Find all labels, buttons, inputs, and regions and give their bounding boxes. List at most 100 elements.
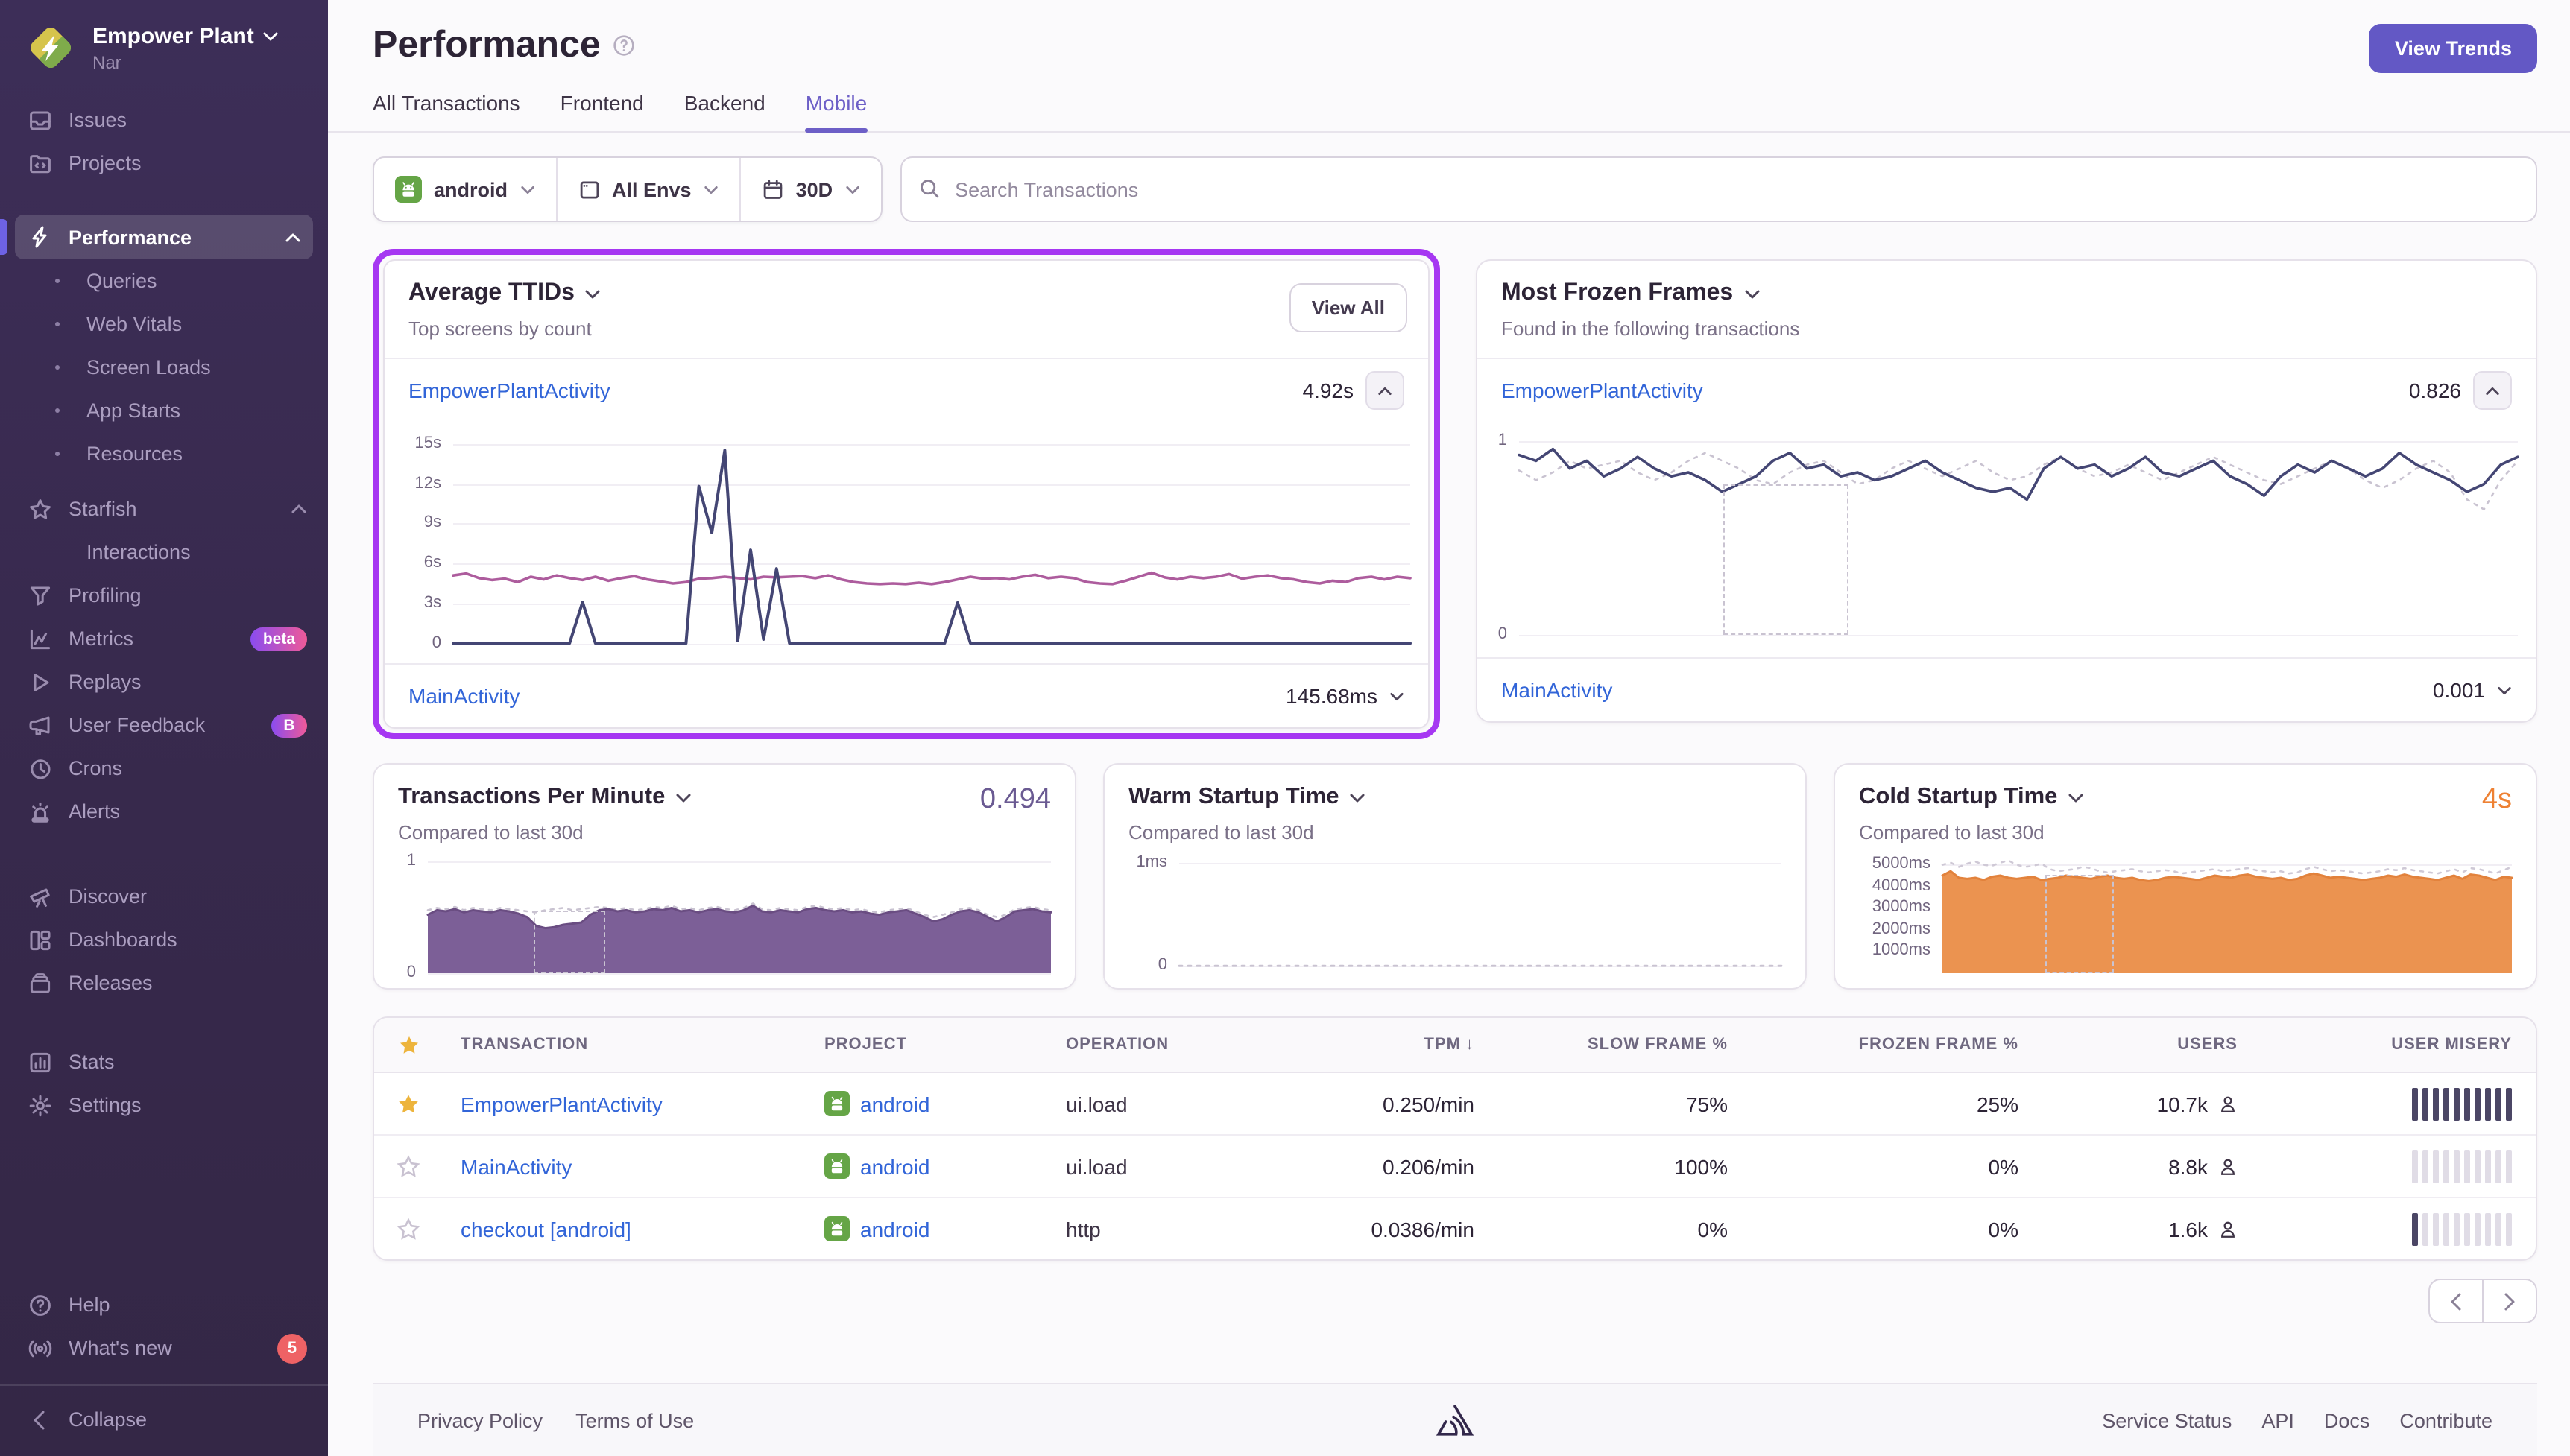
tab-mobile[interactable]: Mobile [806, 91, 868, 131]
transaction-link[interactable]: MainActivity [1501, 678, 1612, 702]
sidebar-item-replays[interactable]: Replays [0, 660, 328, 703]
average-ttids-title-dropdown[interactable]: Average TTIDs [408, 280, 1404, 307]
transaction-value: 4.92s [1303, 379, 1354, 402]
star-toggle[interactable] [374, 1092, 443, 1115]
column-header-slow-frame[interactable]: SLOW FRAME % [1492, 1036, 1746, 1054]
column-header-operation[interactable]: OPERATION [1048, 1036, 1291, 1054]
card-title-label: Most Frozen Frames [1501, 280, 1733, 307]
sidebar-item-alerts[interactable]: Alerts [0, 790, 328, 833]
next-page-button[interactable] [2482, 1279, 2537, 1323]
sidebar-item-crons[interactable]: Crons [0, 747, 328, 790]
sidebar-item-help[interactable]: Help [0, 1283, 328, 1326]
sidebar-item-performance[interactable]: Performance [15, 215, 313, 259]
operation-cell: ui.load [1048, 1154, 1291, 1178]
service-status-link[interactable]: Service Status [2102, 1409, 2232, 1431]
sidebar-collapse-button[interactable]: Collapse [0, 1398, 328, 1441]
user-misery-bars [2255, 1087, 2536, 1120]
view-all-button[interactable]: View All [1289, 283, 1407, 332]
environment-filter[interactable]: All Envs [555, 158, 739, 221]
sidebar-item-label: Alerts [69, 800, 120, 823]
tab-all-transactions[interactable]: All Transactions [373, 91, 520, 131]
sidebar-item-web-vitals[interactable]: Web Vitals [0, 303, 328, 346]
star-toggle[interactable] [374, 1217, 443, 1241]
sidebar-item-discover[interactable]: Discover [0, 875, 328, 918]
b-badge: B [271, 713, 307, 737]
tpm-chart: 10 [398, 854, 1051, 973]
sidebar-item-metrics[interactable]: Metrics beta [0, 617, 328, 660]
bullet-icon [55, 279, 60, 283]
terms-of-use-link[interactable]: Terms of Use [575, 1409, 694, 1431]
tpm-title-dropdown[interactable]: Transactions Per Minute [398, 784, 1051, 811]
contribute-link[interactable]: Contribute [2399, 1409, 2492, 1431]
transaction-link[interactable]: EmpowerPlantActivity [461, 1092, 663, 1115]
project-link[interactable]: android [860, 1092, 929, 1115]
sidebar-item-releases[interactable]: Releases [0, 961, 328, 1004]
warm-startup-title-dropdown[interactable]: Warm Startup Time [1128, 784, 1781, 811]
tab-frontend[interactable]: Frontend [561, 91, 644, 131]
collapse-toggle-button[interactable] [2473, 371, 2512, 410]
expand-toggle-button[interactable] [2497, 685, 2512, 695]
star-outline-icon [397, 1217, 420, 1241]
sidebar-item-whats-new[interactable]: What's new 5 [0, 1326, 328, 1370]
view-trends-button[interactable]: View Trends [2369, 24, 2537, 73]
chevron-down-icon [520, 184, 534, 194]
column-header-transaction[interactable]: TRANSACTION [443, 1036, 806, 1054]
project-filter[interactable]: android [374, 158, 555, 221]
sidebar-item-dashboards[interactable]: Dashboards [0, 918, 328, 961]
org-switcher[interactable]: Empower Plant Nar [0, 0, 328, 98]
column-header-project[interactable]: PROJECT [806, 1036, 1048, 1054]
expand-toggle-button[interactable] [1389, 691, 1404, 701]
sidebar-item-stats[interactable]: Stats [0, 1040, 328, 1083]
previous-page-button[interactable] [2428, 1279, 2484, 1323]
help-circle-icon[interactable] [613, 34, 635, 57]
search-input[interactable] [900, 156, 2537, 222]
android-project-icon [824, 1091, 850, 1116]
column-header-user-misery[interactable]: USER MISERY [2255, 1036, 2536, 1054]
sidebar-item-profiling[interactable]: Profiling [0, 574, 328, 617]
cold-startup-title-dropdown[interactable]: Cold Startup Time [1859, 784, 2512, 811]
transaction-link[interactable]: EmpowerPlantActivity [1501, 379, 1703, 402]
warm-startup-chart: 1ms0 [1128, 854, 1781, 973]
transaction-link[interactable]: MainActivity [461, 1154, 572, 1178]
date-range-filter[interactable]: 30D [739, 158, 881, 221]
transaction-link[interactable]: MainActivity [408, 684, 520, 708]
sidebar-item-interactions[interactable]: Interactions [0, 531, 328, 574]
sidebar-item-user-feedback[interactable]: User Feedback B [0, 703, 328, 747]
sidebar-item-resources[interactable]: Resources [0, 432, 328, 475]
sidebar-item-app-starts[interactable]: App Starts [0, 389, 328, 432]
sidebar-item-label: App Starts [86, 399, 180, 422]
column-header-frozen-frame[interactable]: FROZEN FRAME % [1746, 1036, 2036, 1054]
tab-bar: All Transactions Frontend Backend Mobile [328, 67, 2570, 133]
column-header-tpm[interactable]: TPM↓ [1291, 1036, 1492, 1054]
api-link[interactable]: API [2261, 1409, 2294, 1431]
column-header-users[interactable]: USERS [2036, 1036, 2255, 1054]
sidebar-item-screen-loads[interactable]: Screen Loads [0, 346, 328, 389]
tab-backend[interactable]: Backend [684, 91, 765, 131]
transaction-link[interactable]: EmpowerPlantActivity [408, 379, 610, 402]
folder-code-icon [27, 151, 52, 176]
sidebar-item-issues[interactable]: Issues [0, 98, 328, 142]
sidebar-item-starfish[interactable]: Starfish [0, 487, 328, 531]
star-column-header[interactable] [374, 1034, 443, 1056]
star-toggle[interactable] [374, 1154, 443, 1178]
sidebar-item-queries[interactable]: Queries [0, 259, 328, 303]
sidebar-item-label: Interactions [86, 541, 191, 563]
most-frozen-frames-title-dropdown[interactable]: Most Frozen Frames [1501, 280, 2512, 307]
transaction-accordion-row: MainActivity 145.68ms [385, 663, 1428, 727]
sidebar-item-settings[interactable]: Settings [0, 1083, 328, 1127]
collapse-toggle-button[interactable] [1365, 371, 1404, 410]
user-icon [2218, 1156, 2238, 1177]
card-subtitle: Compared to last 30d [1859, 821, 2512, 843]
project-link[interactable]: android [860, 1154, 929, 1178]
sentry-logo-icon[interactable] [1436, 1402, 1474, 1438]
sidebar-item-projects[interactable]: Projects [0, 142, 328, 185]
card-title-label: Cold Startup Time [1859, 784, 2057, 811]
sidebar-item-label: Releases [69, 972, 153, 994]
docs-link[interactable]: Docs [2324, 1409, 2370, 1431]
operation-cell: http [1048, 1217, 1291, 1241]
project-link[interactable]: android [860, 1217, 929, 1241]
sidebar-item-label: Performance [69, 226, 192, 248]
transaction-link[interactable]: checkout [android] [461, 1217, 631, 1241]
gear-icon [27, 1092, 52, 1118]
privacy-policy-link[interactable]: Privacy Policy [417, 1409, 543, 1431]
